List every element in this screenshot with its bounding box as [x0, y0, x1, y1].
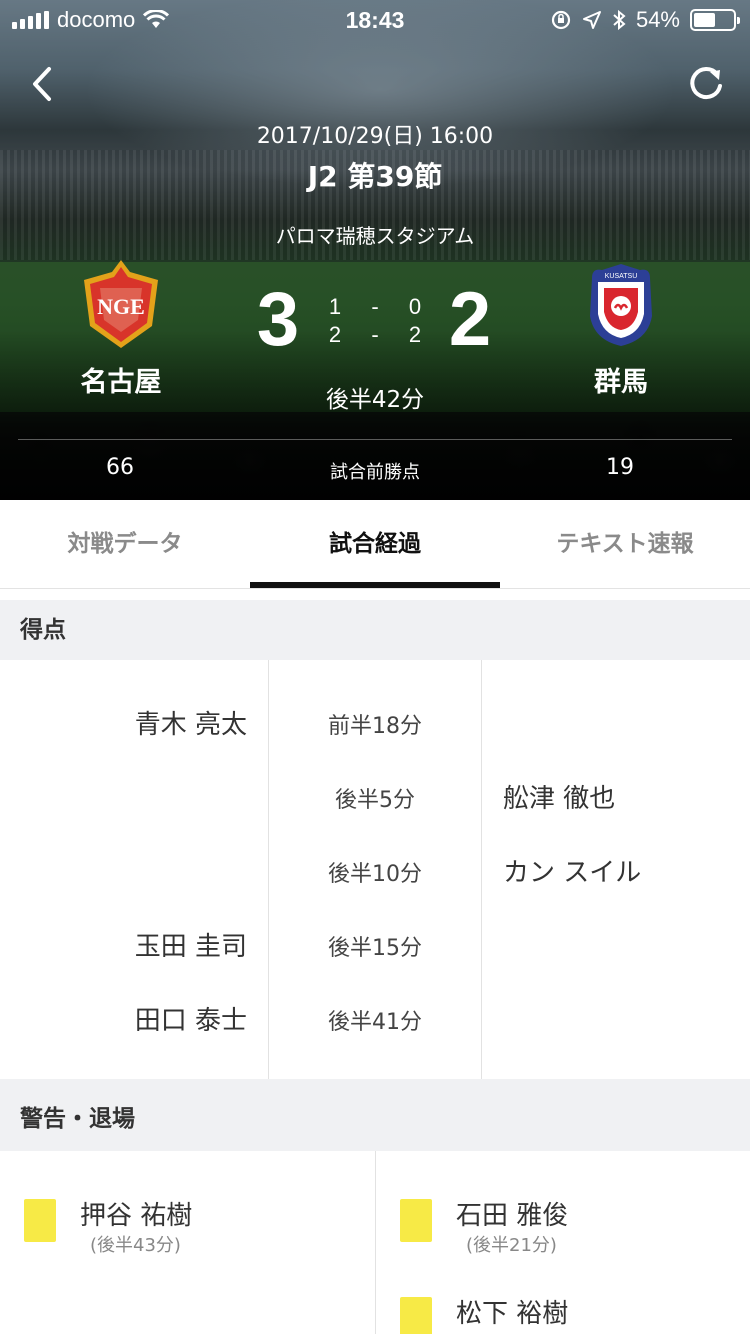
goal-row: 玉田 圭司 後半15分 [0, 926, 750, 966]
match-status: 後半42分 [325, 387, 425, 413]
match-venue: パロマ瑞穂スタジアム [275, 224, 475, 248]
card-time: (後半43分) [90, 1235, 181, 1256]
card-time: (後半21分) [466, 1235, 557, 1256]
refresh-icon [690, 67, 722, 100]
away-team-crest: KUSATSU [590, 264, 652, 346]
battery-percent: 54% [635, 7, 680, 32]
location-icon [582, 11, 601, 29]
cards-section-title: 警告・退場 [0, 1079, 750, 1151]
goal-row: 青木 亮太 前半18分 [0, 704, 750, 744]
svg-text:NGE: NGE [97, 294, 145, 319]
goal-row: 後半5分 舩津 徹也 [0, 778, 750, 818]
goal-time: 前半18分 [328, 714, 422, 739]
away-scorer: 舩津 徹也 [503, 784, 616, 814]
back-button[interactable] [22, 62, 66, 106]
away-score: 2 [448, 277, 492, 362]
battery-icon [690, 9, 740, 31]
home-team-crest: NGE [84, 260, 158, 348]
card-player: 松下 裕樹 [456, 1299, 569, 1329]
card-player: 押谷 祐樹 [80, 1201, 193, 1231]
home-scorer: 青木 亮太 [134, 710, 247, 740]
card-player: 石田 雅俊 [456, 1201, 569, 1231]
home-scorer: 田口 泰士 [134, 1006, 247, 1036]
yellow-card-icon [400, 1199, 432, 1242]
first-half-score: 1 - 0 [328, 294, 422, 319]
second-half-score: 2 - 2 [328, 322, 422, 347]
yellow-card-icon [24, 1199, 56, 1242]
orientation-lock-icon [551, 10, 571, 30]
back-chevron-icon [33, 67, 51, 101]
tab-text-live[interactable]: テキスト速報 [500, 500, 750, 588]
goals-table: 青木 亮太 前半18分 後半5分 舩津 徹也 後半10分 カン スイル 玉田 圭… [0, 660, 750, 1079]
goal-row: 田口 泰士 後半41分 [0, 1000, 750, 1040]
tab-bar: 対戦データ 試合経過 テキスト速報 [0, 500, 750, 588]
goals-section-title: 得点 [0, 600, 750, 660]
divider [18, 439, 732, 440]
status-bar: docomo 18:43 54% [0, 0, 750, 40]
match-header: docomo 18:43 54% 2017/10/29(日) 16:00 J2 … [0, 0, 750, 500]
cards-table: 押谷 祐樹 (後半43分) 石田 雅俊 (後半21分) 松下 裕樹 [0, 1151, 750, 1334]
tab-head-to-head[interactable]: 対戦データ [0, 500, 250, 588]
refresh-button[interactable] [684, 62, 728, 106]
bluetooth-icon [613, 9, 626, 31]
svg-text:KUSATSU: KUSATSU [605, 273, 638, 280]
goal-time: 後半5分 [335, 788, 415, 813]
match-round: J2 第39節 [307, 160, 443, 193]
home-score: 3 [256, 277, 300, 362]
yellow-card-icon [400, 1297, 432, 1334]
match-datetime: 2017/10/29(日) 16:00 [256, 124, 494, 149]
goal-row: 後半10分 カン スイル [0, 852, 750, 892]
tab-match-progress[interactable]: 試合経過 [250, 500, 500, 588]
away-points: 19 [606, 455, 634, 480]
goal-time: 後半41分 [328, 1010, 422, 1035]
goal-time: 後半15分 [328, 936, 422, 961]
home-scorer: 玉田 圭司 [134, 932, 247, 962]
goal-time: 後半10分 [328, 862, 422, 887]
away-scorer: カン スイル [503, 858, 642, 888]
